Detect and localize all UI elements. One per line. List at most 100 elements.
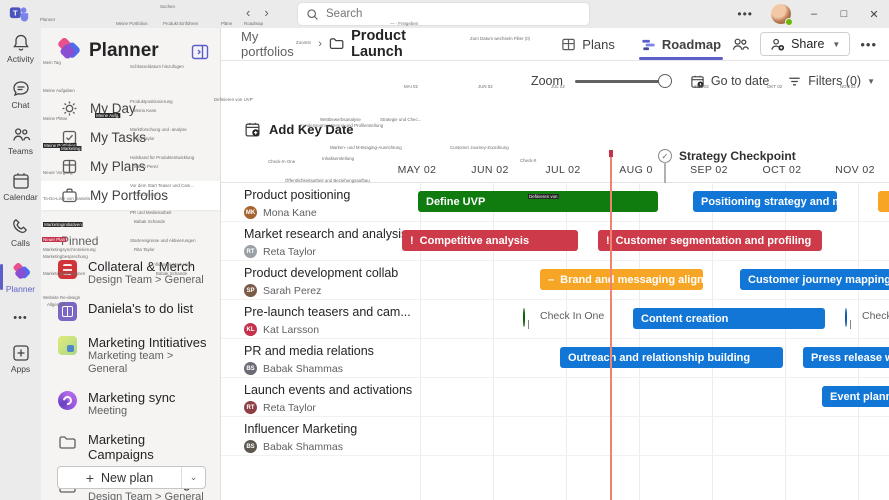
collapse-panel-icon[interactable] <box>190 42 210 60</box>
chat-icon <box>11 79 31 99</box>
portfolio-icon <box>61 187 78 204</box>
task-name[interactable]: PR and media relations <box>244 344 374 358</box>
roadmap-bar-define-uvp[interactable]: Define UVP <box>418 191 658 212</box>
tab-roadmap[interactable]: Roadmap <box>631 28 731 60</box>
maximize-button[interactable]: □ <box>829 0 859 28</box>
pinned-item-marketing-sync[interactable]: Marketing syncMeeting <box>41 383 220 425</box>
tab-plans[interactable]: Plans <box>551 28 625 60</box>
forward-button[interactable]: › <box>264 5 268 20</box>
assignee-avatar: SP <box>244 284 257 297</box>
planner-logo-icon <box>55 38 81 64</box>
app-title: Planner <box>89 40 190 62</box>
close-button[interactable]: ✕ <box>859 0 889 28</box>
teams-logo-icon[interactable]: T <box>9 4 29 24</box>
sidebar-item-my-day[interactable]: My Day <box>41 94 220 123</box>
roadmap-bar-customer-journey-mapping[interactable]: Customer journey mapping <box>740 269 889 290</box>
month-label: SEP 02 <box>690 164 728 176</box>
task-name[interactable]: Influencer Marketing <box>244 422 357 436</box>
pinned-section-label: Pinned <box>61 234 220 248</box>
back-button[interactable]: ‹ <box>246 5 250 20</box>
roadmap-bar-positioning-strategy-and-mess[interactable]: Positioning strategy and mess... <box>693 191 837 212</box>
rail-item-activity[interactable]: Activity <box>0 28 41 68</box>
tasks-icon <box>61 129 78 146</box>
presence-available-icon <box>785 18 793 26</box>
sidebar-item-my-portfolios[interactable]: My Portfolios <box>41 181 220 210</box>
task-assignee: MKMona Kane <box>244 206 317 219</box>
pinned-item-daniela-s-to-do-list[interactable]: Daniela's to do list <box>41 294 220 328</box>
apps-icon <box>11 343 31 363</box>
roadmap-row-pr-and-media-relations: PR and media relations BSBabak ShammasOu… <box>221 339 889 378</box>
planner-sidebar: Planner My DayMy TasksMy PlansMy Portfol… <box>41 28 221 500</box>
task-name[interactable]: Product positioning <box>244 188 350 202</box>
sidebar-item-my-plans[interactable]: My Plans <box>41 152 220 181</box>
plus-icon: + <box>86 470 94 486</box>
search-icon <box>306 8 319 21</box>
main-content: My portfolios › Product Launch Plans Roa… <box>221 28 889 500</box>
task-assignee: RTReta Taylor <box>244 245 316 258</box>
task-name[interactable]: Product development collab <box>244 266 398 280</box>
activity-icon <box>11 33 31 53</box>
assignee-avatar: MK <box>244 206 257 219</box>
milestone-check-in-one[interactable]: Check In One <box>523 309 525 327</box>
sun-icon <box>61 100 78 117</box>
loop-purple-plan-icon <box>58 391 77 410</box>
members-icon[interactable] <box>731 35 750 54</box>
roadmap-bar-event-planning[interactable]: Event planning <box>822 386 889 407</box>
zoom-slider[interactable] <box>575 74 672 88</box>
filters-button[interactable]: Filters (0) ▼ <box>787 74 875 89</box>
rail-item-apps[interactable]: Apps <box>0 338 41 378</box>
go-to-date-button[interactable]: Go to date <box>690 74 769 89</box>
share-button[interactable]: Share ▼ <box>760 32 850 56</box>
milestone-dot-icon <box>845 308 847 327</box>
roadmap-bar-brand-and-messaging-alignment[interactable]: –Brand and messaging alignment <box>540 269 703 290</box>
app-rail: Activity Chat Teams Calendar Calls Planner •••… <box>0 28 41 500</box>
user-avatar[interactable] <box>771 4 791 24</box>
key-date-strategy-checkpoint[interactable]: ✓ Strategy Checkpoint <box>658 149 672 163</box>
minimize-button[interactable]: – <box>799 0 829 28</box>
pinned-item-marketing-campaigns[interactable]: Marketing Campaigns <box>41 425 220 469</box>
roadmap-bar-outreach-and-relationship-building[interactable]: Outreach and relationship building <box>560 347 783 368</box>
breadcrumb[interactable]: My portfolios <box>241 29 311 59</box>
titlebar-more-button[interactable]: ••• <box>727 7 763 21</box>
filters-label: Filters (0) <box>808 74 861 88</box>
rail-item-calls[interactable]: Calls <box>0 212 41 252</box>
roadmap-bar-customer-segmentation-and-profiling[interactable]: !Customer segmentation and profiling <box>598 230 822 251</box>
roadmap-row-launch-events-and-activations: Launch events and activations RTReta Tay… <box>221 378 889 417</box>
roadmap-bar-press-release-writing[interactable]: Press release writing <box>803 347 889 368</box>
new-plan-button[interactable]: +New plan ⌄ <box>57 466 206 489</box>
priority-icon: – <box>548 274 554 286</box>
roadmap-bar-bar[interactable] <box>878 191 889 212</box>
rail-item-planner[interactable]: Planner <box>0 258 41 298</box>
tab-plans-label: Plans <box>582 37 615 52</box>
calendar-date-icon <box>690 74 705 89</box>
pinned-item-collateral-merch[interactable]: Collateral & MerchDesign Team > General <box>41 252 220 294</box>
task-name[interactable]: Market research and analysis <box>244 227 407 241</box>
milestone-check-in[interactable]: Check In <box>845 309 847 327</box>
portfolio-folder-icon <box>329 36 344 52</box>
tab-roadmap-label: Roadmap <box>662 37 721 52</box>
zoom-slider-thumb[interactable] <box>658 74 672 88</box>
filter-icon <box>787 74 802 89</box>
sidebar-item-my-tasks[interactable]: My Tasks <box>41 123 220 152</box>
rail-more-button[interactable]: ••• <box>0 304 41 338</box>
task-name[interactable]: Pre-launch teasers and cam... <box>244 305 411 319</box>
add-key-date-label: Add Key Date <box>269 122 354 137</box>
filters-chevron-icon: ▼ <box>867 77 875 86</box>
rail-item-chat[interactable]: Chat <box>0 74 41 114</box>
header-more-button[interactable]: ••• <box>860 37 877 52</box>
pinned-item-marketing-intitiatives[interactable]: Marketing IntitiativesMarketing team > G… <box>41 328 220 383</box>
add-key-date-button[interactable]: Add Key Date <box>244 121 354 138</box>
page-title: Product Launch <box>351 28 456 60</box>
roadmap-bar-competitive-analysis[interactable]: !Competitive analysis <box>402 230 578 251</box>
month-gridline <box>858 182 859 500</box>
task-name[interactable]: Launch events and activations <box>244 383 412 397</box>
month-label: JUL 02 <box>545 164 580 176</box>
rail-item-calendar[interactable]: Calendar <box>0 166 41 206</box>
rail-item-teams[interactable]: Teams <box>0 120 41 160</box>
roadmap-bar-content-creation[interactable]: Content creation <box>633 308 825 329</box>
planner-icon <box>11 263 31 283</box>
search-bar[interactable] <box>298 3 589 25</box>
plans-icon <box>61 158 78 175</box>
new-plan-dropdown-button[interactable]: ⌄ <box>181 467 205 488</box>
search-input[interactable] <box>326 8 581 20</box>
